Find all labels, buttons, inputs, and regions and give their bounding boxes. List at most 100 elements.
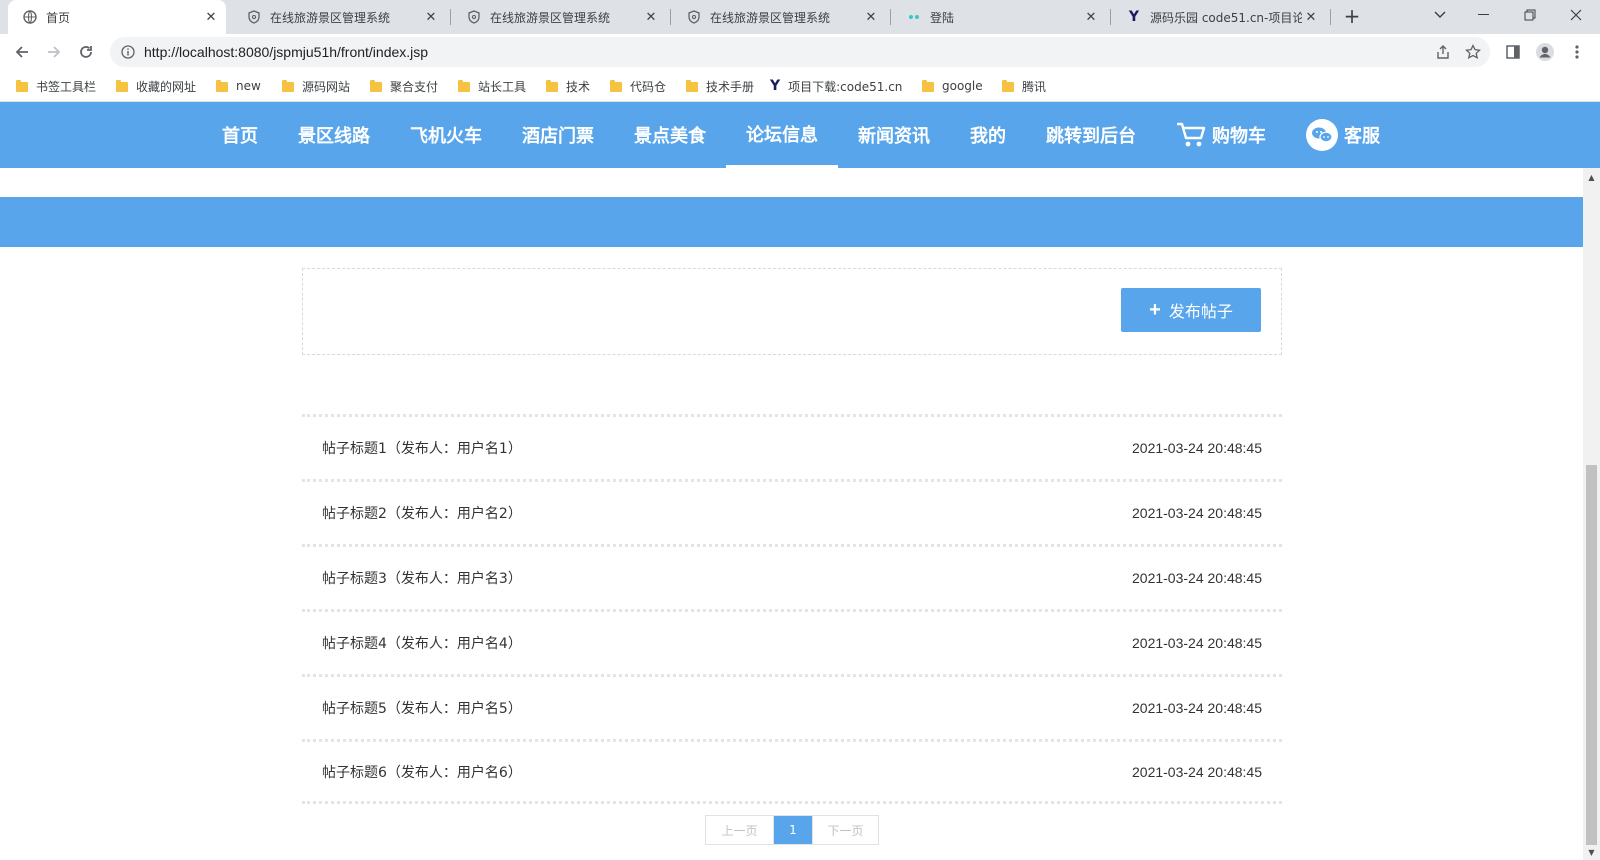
post-date: 2021-03-24 20:48:45 (1132, 505, 1262, 521)
tab-divider (450, 9, 451, 25)
post-title[interactable]: 帖子标题5（发布人：用户名5） (322, 698, 522, 718)
post-title[interactable]: 帖子标题1（发布人：用户名1） (322, 438, 522, 458)
scroll-up-arrow-icon[interactable]: ▲ (1583, 170, 1600, 184)
post-title[interactable]: 帖子标题6（发布人：用户名6） (322, 762, 522, 782)
close-window-icon[interactable] (1554, 0, 1598, 30)
side-panel-icon[interactable] (1502, 41, 1524, 63)
nav-news[interactable]: 新闻资讯 (858, 102, 930, 168)
next-page-button[interactable]: 下一页 (812, 816, 878, 844)
globe-icon (22, 9, 38, 25)
shield-icon (466, 9, 482, 25)
post-date: 2021-03-24 20:48:45 (1132, 763, 1262, 780)
bookmark-label: 源码网站 (302, 79, 351, 94)
nav-flights-trains[interactable]: 飞机火车 (410, 102, 482, 168)
restore-icon[interactable] (1508, 0, 1552, 30)
cart-icon (1176, 121, 1206, 149)
current-page-button[interactable]: 1 (774, 816, 812, 844)
bookmark-label: 腾讯 (1022, 79, 1047, 94)
reload-icon[interactable] (74, 40, 98, 64)
minimize-icon[interactable] (1462, 0, 1506, 30)
y-logo-icon: Y (1128, 9, 1140, 25)
bookmark-item[interactable]: 技术手册 (686, 77, 754, 95)
pagination: 上一页 1 下一页 (705, 815, 879, 845)
bookmark-item[interactable]: google (922, 77, 983, 95)
tab-title: 在线旅游景区管理系统 (490, 10, 611, 25)
tab-search-icon[interactable] (1418, 0, 1462, 30)
browser-tab[interactable]: 首页 ✕ (8, 0, 226, 34)
nav-attraction-food[interactable]: 景点美食 (634, 102, 706, 168)
star-icon[interactable] (1462, 41, 1484, 63)
bookmark-item[interactable]: 源码网站 (282, 77, 350, 95)
plus-icon: + (1149, 299, 1161, 321)
nav-home[interactable]: 首页 (222, 102, 258, 168)
nav-scenic-routes[interactable]: 景区线路 (298, 102, 370, 168)
profile-icon[interactable] (1534, 41, 1556, 63)
bookmark-item[interactable]: 代码仓 (610, 77, 666, 95)
bookmark-item[interactable]: 技术 (546, 77, 590, 95)
close-tab-icon[interactable]: ✕ (642, 8, 660, 26)
info-icon[interactable] (120, 44, 136, 60)
close-tab-icon[interactable]: ✕ (202, 8, 220, 26)
post-date: 2021-03-24 20:48:45 (1132, 635, 1262, 651)
post-title[interactable]: 帖子标题2（发布人：用户名2） (322, 503, 522, 523)
address-bar[interactable]: http://localhost:8080/jspmju51h/front/in… (110, 37, 1490, 67)
tab-title: 首页 (46, 10, 71, 25)
publish-post-button[interactable]: + 发布帖子 (1121, 288, 1261, 332)
bookmark-item[interactable]: 腾讯 (1002, 77, 1046, 95)
nav-hotel-tickets[interactable]: 酒店门票 (522, 102, 594, 168)
close-tab-icon[interactable]: ✕ (422, 8, 440, 26)
new-tab-button[interactable]: + (1340, 5, 1364, 29)
back-icon[interactable] (10, 40, 34, 64)
menu-icon[interactable] (1566, 41, 1588, 63)
browser-tab[interactable]: 登陆 ✕ (892, 0, 1106, 34)
bookmark-label: 技术 (566, 79, 591, 94)
close-tab-icon[interactable]: ✕ (1302, 8, 1320, 26)
nav-mine[interactable]: 我的 (970, 102, 1006, 168)
nav-admin[interactable]: 跳转到后台 (1046, 102, 1136, 168)
prev-page-button[interactable]: 上一页 (706, 816, 774, 844)
bookmark-item[interactable]: Y 项目下载:code51.cn (770, 77, 902, 95)
folder-icon (116, 80, 128, 92)
scrollbar-thumb[interactable] (1586, 465, 1597, 845)
folder-icon (546, 80, 558, 92)
tab-title: 源码乐园 code51.cn-项目论 (1150, 10, 1302, 25)
post-title[interactable]: 帖子标题4（发布人：用户名4） (322, 633, 522, 653)
browser-tab[interactable]: 在线旅游景区管理系统 ✕ (672, 0, 886, 34)
post-title[interactable]: 帖子标题3（发布人：用户名3） (322, 568, 522, 588)
forum-post-row[interactable]: 帖子标题1（发布人：用户名1） 2021-03-24 20:48:45 (302, 414, 1282, 479)
bookmark-label: google (942, 79, 983, 93)
bookmark-item[interactable]: 书签工具栏 (16, 77, 96, 95)
folder-icon (282, 80, 294, 92)
browser-tab[interactable]: 在线旅游景区管理系统 ✕ (452, 0, 666, 34)
publish-post-label: 发布帖子 (1168, 304, 1233, 321)
bookmark-item[interactable]: new (216, 77, 261, 95)
url-text: http://localhost:8080/jspmju51h/front/in… (144, 44, 429, 60)
wechat-icon (1306, 119, 1338, 151)
browser-tab[interactable]: 在线旅游景区管理系统 ✕ (232, 0, 446, 34)
bookmark-item[interactable]: 站长工具 (458, 77, 526, 95)
forum-post-row[interactable]: 帖子标题3（发布人：用户名3） 2021-03-24 20:48:45 (302, 544, 1282, 609)
nav-service[interactable]: 客服 (1306, 102, 1380, 168)
folder-icon (610, 80, 622, 92)
forum-post-row[interactable]: 帖子标题2（发布人：用户名2） 2021-03-24 20:48:45 (302, 479, 1282, 544)
tab-divider (670, 9, 671, 25)
forum-post-row[interactable]: 帖子标题5（发布人：用户名5） 2021-03-24 20:48:45 (302, 674, 1282, 739)
close-tab-icon[interactable]: ✕ (1082, 8, 1100, 26)
forward-icon[interactable] (42, 40, 66, 64)
close-tab-icon[interactable]: ✕ (862, 8, 880, 26)
bookmark-item[interactable]: 聚合支付 (370, 77, 438, 95)
nav-forum[interactable]: 论坛信息 (726, 102, 838, 168)
forum-post-row[interactable]: 帖子标题4（发布人：用户名4） 2021-03-24 20:48:45 (302, 609, 1282, 674)
bookmark-item[interactable]: 收藏的网址 (116, 77, 196, 95)
post-date: 2021-03-24 20:48:45 (1132, 440, 1262, 456)
browser-tab[interactable]: Y 源码乐园 code51.cn-项目论 ✕ (1112, 0, 1326, 34)
folder-icon (922, 80, 934, 92)
bookmark-label: 聚合支付 (390, 79, 439, 94)
nav-cart[interactable]: 购物车 (1176, 102, 1266, 168)
page-banner (0, 197, 1583, 247)
forum-post-row[interactable]: 帖子标题6（发布人：用户名6） 2021-03-24 20:48:45 (302, 739, 1282, 804)
browser-toolbar: http://localhost:8080/jspmju51h/front/in… (0, 34, 1600, 70)
scroll-down-arrow-icon[interactable]: ▼ (1583, 845, 1600, 859)
share-icon[interactable] (1432, 41, 1454, 63)
bookmark-label: new (236, 79, 261, 93)
